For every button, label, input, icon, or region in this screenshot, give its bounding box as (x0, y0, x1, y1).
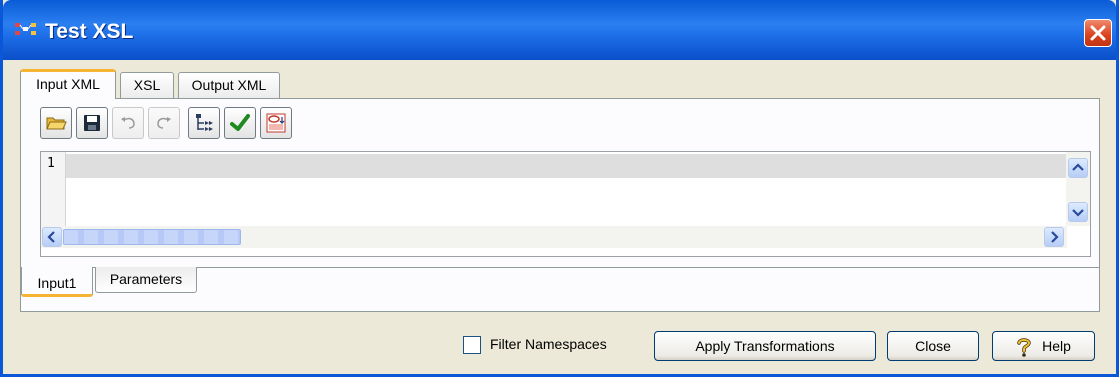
help-label: Help (1042, 338, 1071, 354)
close-label: Close (915, 338, 951, 354)
title-bar[interactable]: Test XSL (3, 0, 1116, 60)
scroll-right-button[interactable] (1044, 227, 1064, 247)
current-line-highlight[interactable] (66, 154, 1067, 178)
undo-icon (121, 117, 135, 129)
tab-parameters[interactable]: Parameters (95, 267, 197, 293)
tab-xsl[interactable]: XSL (120, 72, 174, 98)
help-button[interactable]: Help (992, 331, 1095, 361)
filter-namespaces-label: Filter Namespaces (490, 336, 607, 352)
validate-button[interactable] (224, 107, 256, 139)
scroll-up-button[interactable] (1068, 158, 1088, 178)
input-tab-strip: Input1 Parameters (21, 267, 1101, 303)
horizontal-scrollbar[interactable] (41, 226, 1067, 248)
undo-button[interactable] (112, 107, 144, 139)
chevron-right-icon (1051, 231, 1059, 243)
open-button[interactable] (40, 107, 72, 139)
horizontal-scroll-thumb[interactable] (63, 229, 241, 245)
dialog-content: Input XML XSL Output XML 1 Input1 Parame… (3, 60, 1116, 374)
tree-structure-icon (196, 114, 213, 131)
xsl-app-icon (15, 23, 36, 35)
xml-to-xsl-button[interactable] (260, 107, 292, 139)
redo-icon (157, 117, 171, 129)
line-number: 1 (47, 156, 55, 171)
test-xsl-dialog: Test XSL Input XML XSL Output XML 1 Inpu… (0, 0, 1119, 377)
filter-namespaces-checkbox[interactable] (463, 336, 481, 354)
scroll-left-button[interactable] (42, 227, 62, 247)
redo-button[interactable] (148, 107, 180, 139)
help-question-icon (1017, 338, 1031, 358)
open-folder-icon (46, 117, 67, 130)
apply-transformations-label: Apply Transformations (695, 338, 835, 354)
tree-view-button[interactable] (188, 107, 220, 139)
scroll-down-button[interactable] (1068, 202, 1088, 222)
close-window-button[interactable] (1084, 19, 1112, 47)
vertical-scrollbar[interactable] (1066, 152, 1090, 226)
chevron-left-icon (47, 231, 55, 243)
xml-to-xsl-icon (266, 113, 286, 133)
xml-editor[interactable]: 1 (40, 151, 1091, 257)
close-icon (1090, 25, 1106, 41)
save-button[interactable] (76, 107, 108, 139)
validate-check-icon (230, 114, 250, 131)
tab-input-xml[interactable]: Input XML (20, 69, 116, 99)
chevron-down-icon (1072, 209, 1084, 217)
chevron-up-icon (1072, 163, 1084, 171)
apply-transformations-button[interactable]: Apply Transformations (654, 331, 876, 361)
window-title: Test XSL (45, 20, 134, 43)
save-disk-icon (84, 115, 100, 131)
line-number-gutter: 1 (41, 152, 66, 226)
input-xml-panel: 1 Input1 Parameters (20, 98, 1100, 312)
tab-input1[interactable]: Input1 (21, 267, 93, 297)
close-button[interactable]: Close (887, 331, 979, 361)
dialog-footer: Filter Namespaces Apply Transformations … (3, 326, 1116, 366)
tab-output-xml[interactable]: Output XML (178, 72, 280, 98)
